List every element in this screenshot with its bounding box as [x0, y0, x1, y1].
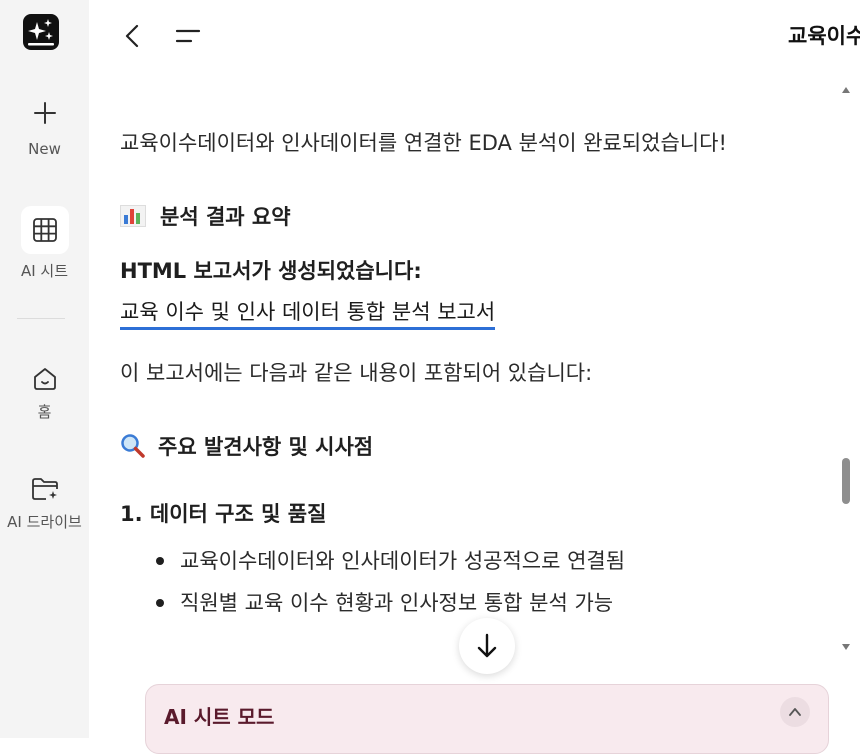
scroll-down-arrow-icon[interactable]	[841, 642, 851, 652]
sidebar: New AI 시트 홈 AI 드라이브	[0, 0, 89, 738]
mode-panel-title: AI 시트 모드	[164, 705, 275, 729]
sidebar-item-active-bg	[20, 206, 69, 254]
sidebar-item-label: AI 드라이브	[7, 513, 82, 531]
page-title: 교육이수	[788, 24, 860, 48]
folder-star-icon	[31, 478, 58, 500]
mode-panel-toggle-button[interactable]	[780, 697, 810, 727]
chevron-up-icon	[789, 708, 801, 716]
report-link[interactable]: 교육 이수 및 인사 데이터 통합 분석 보고서	[120, 296, 496, 330]
home-icon	[33, 368, 56, 390]
sidebar-item-home[interactable]: 홈	[0, 366, 89, 422]
intro-text: 교육이수데이터와 인사데이터를 연결한 EDA 분석이 완료되었습니다!	[120, 131, 727, 155]
scroll-to-bottom-button[interactable]	[459, 618, 515, 674]
arrow-down-icon	[477, 633, 497, 658]
sidebar-item-ai-sheet[interactable]: AI 시트	[0, 206, 89, 281]
magnifier-emoji-icon	[121, 434, 145, 458]
ai-sheet-mode-panel: AI 시트 모드	[145, 684, 829, 754]
findings-heading-text: 주요 발견사항 및 시사점	[158, 435, 374, 459]
sidebar-item-new[interactable]: New	[0, 100, 89, 158]
chevron-left-icon	[125, 24, 139, 48]
list-item: 직원별 교육 이수 현황과 인사정보 통합 분석 가능	[154, 587, 625, 629]
report-heading: HTML 보고서가 생성되었습니다:	[120, 259, 422, 283]
sidebar-item-ai-drive[interactable]: AI 드라이브	[0, 476, 89, 532]
scrollbar-thumb[interactable]	[842, 458, 850, 504]
sparkles-logo-icon[interactable]	[23, 14, 59, 50]
plus-icon	[33, 102, 56, 124]
sidebar-divider	[17, 318, 65, 319]
grid-table-icon	[32, 218, 57, 242]
sidebar-item-label: AI 시트	[20, 262, 69, 280]
section-heading: 1. 데이터 구조 및 품질	[120, 502, 327, 526]
scroll-up-arrow-icon[interactable]	[841, 85, 851, 95]
bar-chart-emoji-icon	[120, 205, 146, 227]
summary-heading: 분석 결과 요약	[120, 201, 291, 231]
list-item: 교육이수데이터와 인사데이터가 성공적으로 연결됨	[154, 545, 625, 587]
includes-text: 이 보고서에는 다음과 같은 내용이 포함되어 있습니다:	[120, 361, 593, 385]
sidebar-item-label: 홈	[37, 403, 52, 421]
findings-heading: 주요 발견사항 및 시사점	[120, 431, 373, 461]
bullet-list: 교육이수데이터와 인사데이터가 성공적으로 연결됨 직원별 교육 이수 현황과 …	[154, 545, 625, 629]
chat-header: 교육이수	[89, 0, 860, 72]
menu-lines-icon	[175, 29, 201, 43]
sidebar-item-label: New	[28, 140, 61, 158]
menu-button[interactable]	[173, 22, 203, 50]
back-button[interactable]	[119, 22, 147, 50]
summary-heading-text: 분석 결과 요약	[160, 205, 291, 229]
